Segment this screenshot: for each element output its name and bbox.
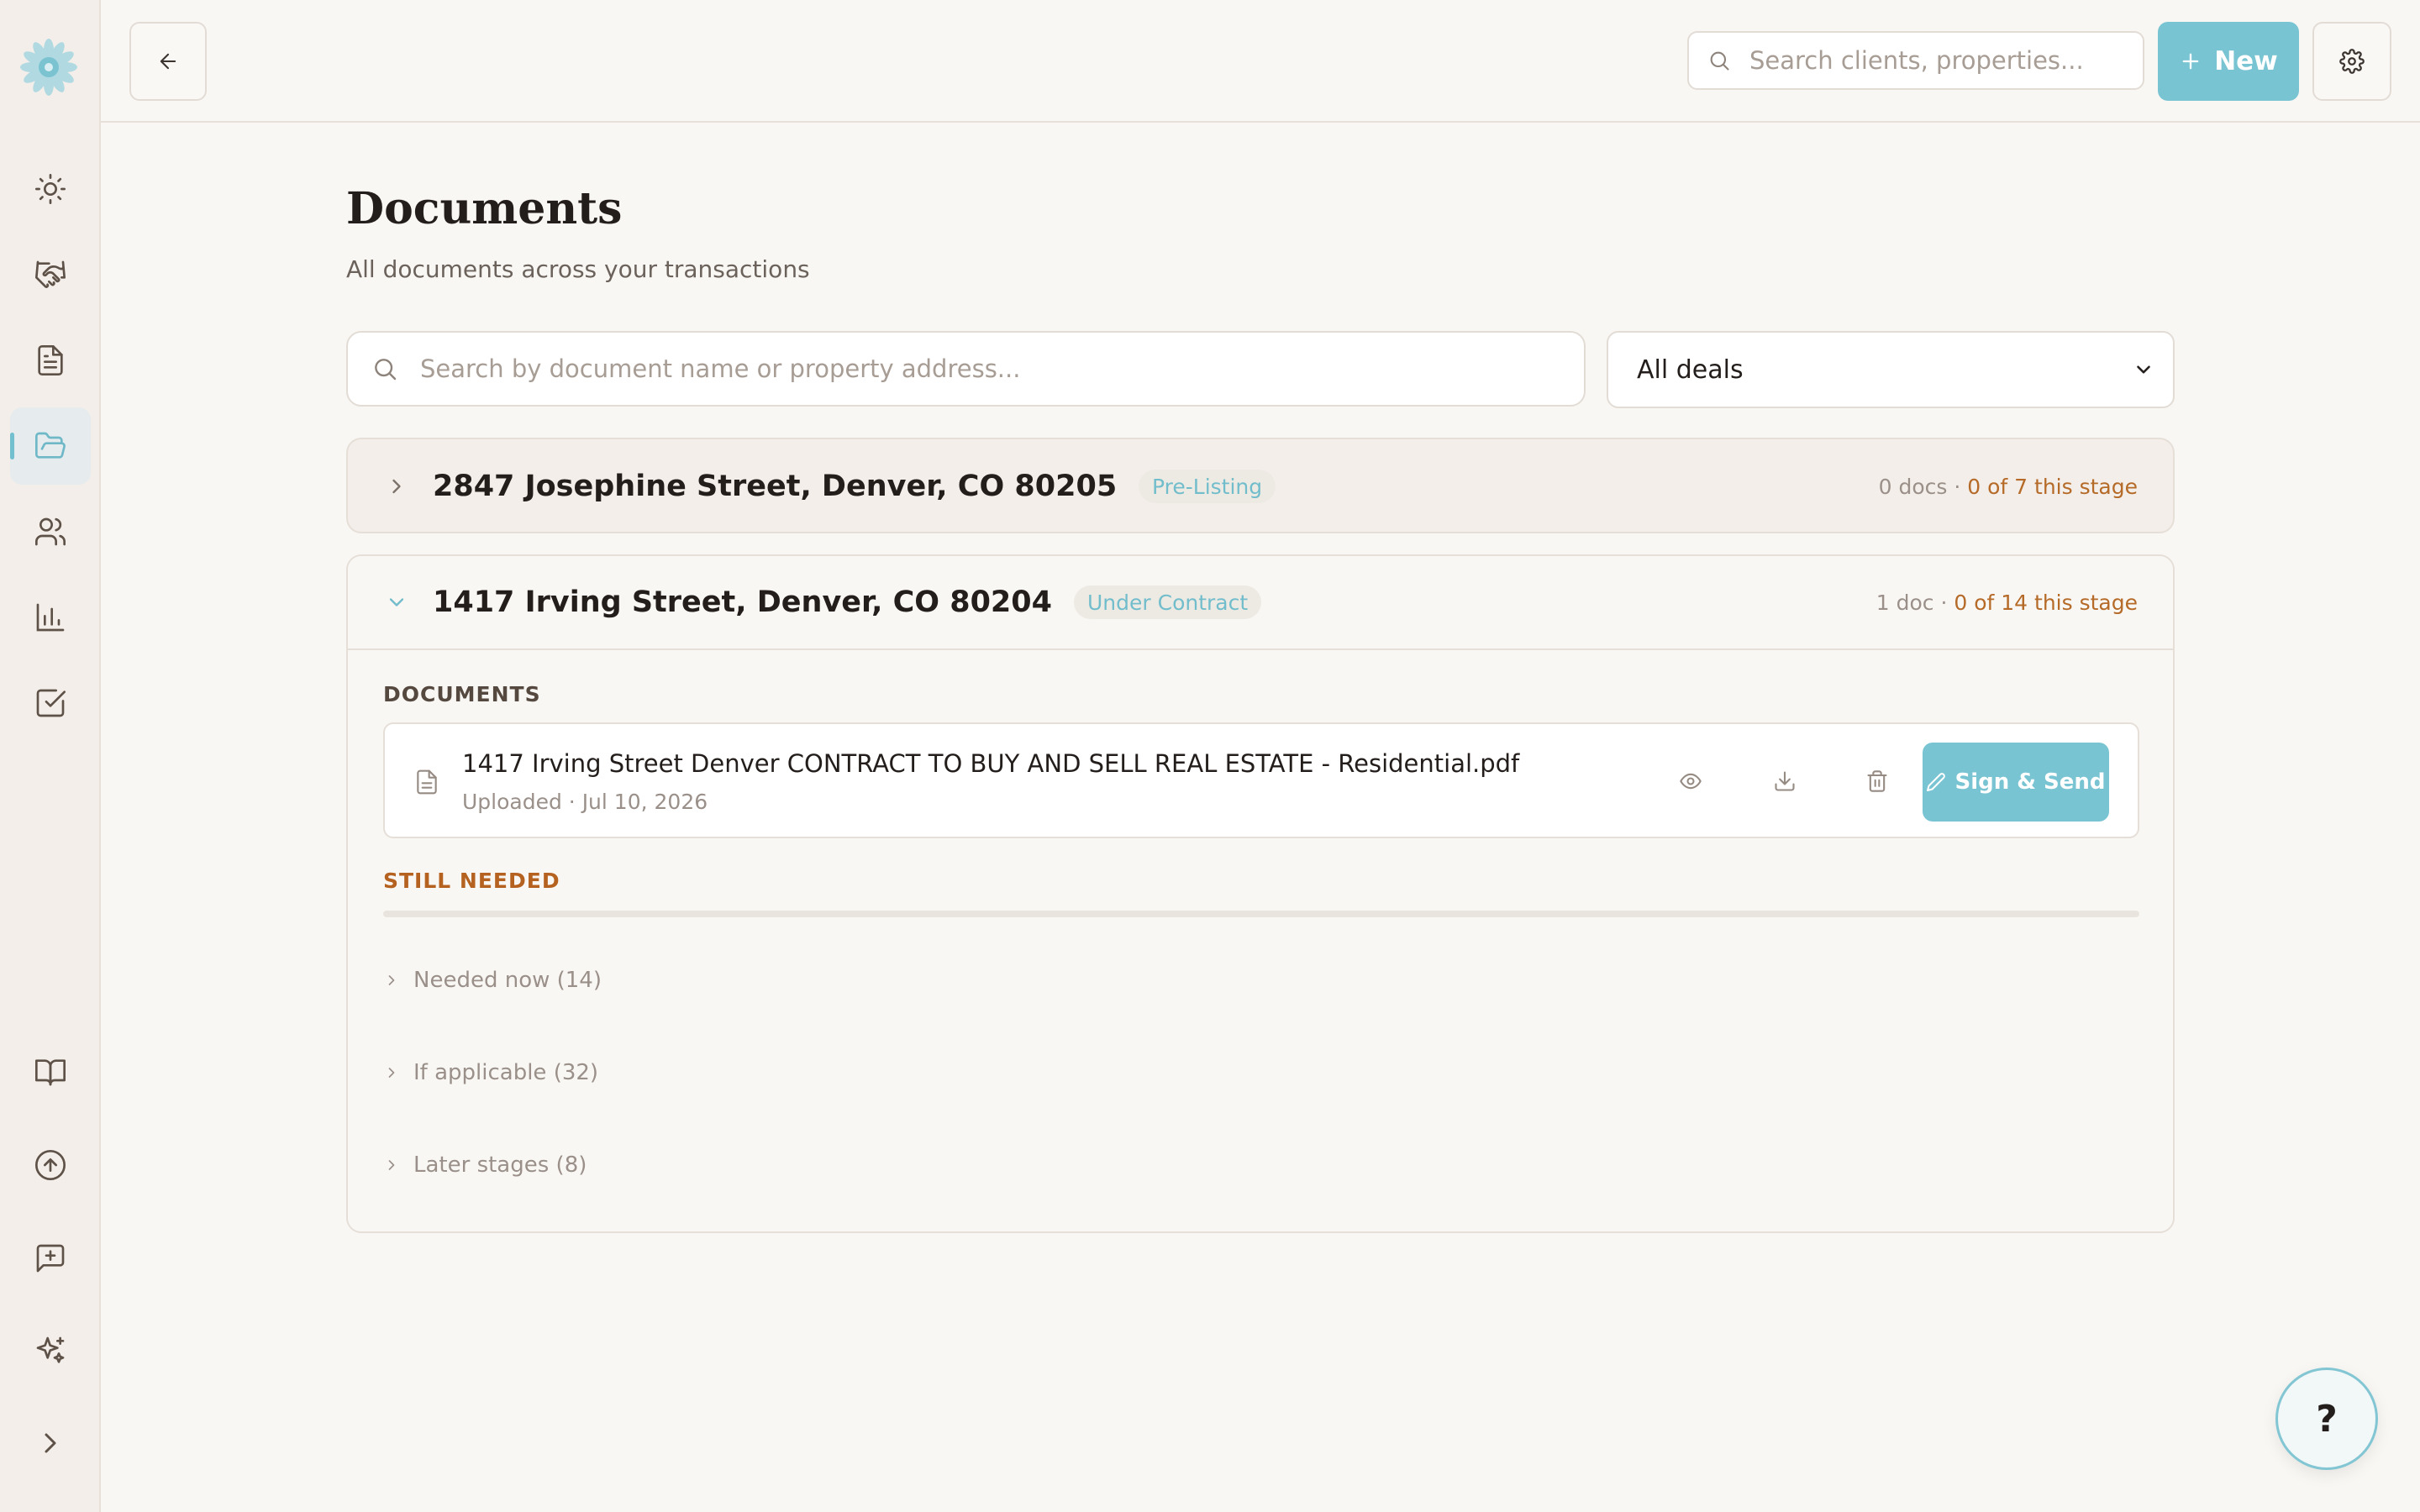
global-search[interactable] [1687,31,2144,90]
users-icon [35,517,66,546]
sparkles-icon [36,1336,65,1363]
plus-icon [2182,53,2199,70]
sidebar-item-upload[interactable] [10,1126,91,1204]
requirement-group-needed-now[interactable]: Needed now (14) [383,968,602,993]
sidebar-item-clients[interactable] [10,493,91,570]
sign-and-send-button[interactable]: Sign & Send [1923,743,2109,822]
eye-icon [1680,773,1702,790]
handshake-icon [35,260,66,288]
deal-card: 1417 Irving Street, Denver, CO 80204 Und… [346,554,2175,1233]
stage-progress: 0 of 14 this stage [1954,590,2138,615]
deal-filter-select[interactable]: All deals [1607,331,2175,408]
book-open-icon [35,1059,66,1086]
chevron-right-icon [45,1433,56,1453]
back-button[interactable] [129,22,207,101]
stage-progress: 0 of 7 this stage [1967,474,2138,499]
sidebar-item-forms[interactable] [10,322,91,399]
chevron-right-icon [388,1068,395,1078]
upload-circle-icon [35,1150,66,1180]
message-plus-icon [36,1244,65,1273]
sidebar-expand-button[interactable] [10,1404,91,1482]
requirement-group-label: Needed now (14) [413,968,602,993]
sidebar-item-today[interactable] [10,150,91,228]
gear-icon [2339,49,2365,74]
sidebar-item-deals[interactable] [10,236,91,313]
trash-icon [1867,770,1887,792]
delete-button[interactable] [1857,761,1897,801]
doc-count: 1 doc [1876,590,1934,615]
chevron-right-icon [388,1160,395,1170]
folder-open-icon [35,432,66,459]
download-icon [1775,771,1795,791]
sign-and-send-label: Sign & Send [1954,769,2106,795]
download-button[interactable] [1765,761,1805,801]
stage-badge: Under Contract [1074,585,1262,619]
still-needed-progress [383,911,2139,917]
deal-doc-summary: 0 docs · 0 of 7 this stage [1878,474,2138,499]
sidebar-item-feedback[interactable] [10,1220,91,1297]
sun-icon [35,174,66,205]
still-needed-label: STILL NEEDED [383,869,560,893]
page-title: Documents [346,183,623,234]
file-icon [417,769,437,795]
sidebar-item-tasks[interactable] [10,664,91,742]
requirement-group-label: Later stages (8) [413,1152,587,1178]
document-search[interactable] [346,331,1586,407]
settings-button[interactable] [2312,22,2391,101]
document-search-input[interactable] [420,354,1563,383]
doc-count: 0 docs [1878,474,1948,499]
deal-doc-summary: 1 doc · 0 of 14 this stage [1876,590,2138,615]
deal-filter-value: All deals [1637,354,1744,385]
document-icon [38,345,63,375]
sidebar-item-reports[interactable] [10,579,91,656]
new-button[interactable]: New [2158,22,2299,101]
help-button[interactable]: ? [2275,1368,2378,1470]
chevron-right-icon [388,975,395,985]
requirement-group-later-stages[interactable]: Later stages (8) [383,1152,587,1178]
deal-address: 1417 Irving Street, Denver, CO 80204 [433,585,1052,619]
global-search-input[interactable] [1749,46,2119,75]
deal-card: 2847 Josephine Street, Denver, CO 80205 … [346,438,2175,533]
requirement-group-label: If applicable (32) [413,1060,599,1085]
brand-logo[interactable] [18,37,79,97]
bar-chart-icon [36,603,65,632]
documents-section-label: DOCUMENTS [383,682,541,706]
chevron-right-icon [392,479,401,494]
stage-badge: Pre-Listing [1139,470,1276,503]
chevron-down-icon [2137,365,2150,374]
arrow-left-icon [160,53,176,70]
new-button-label: New [2214,46,2278,76]
document-upload-date: Uploaded · Jul 10, 2026 [462,790,708,814]
deal-address: 2847 Josephine Street, Denver, CO 80205 [433,470,1118,503]
document-name[interactable]: 1417 Irving Street Denver CONTRACT TO BU… [462,749,1519,778]
sidebar-item-documents[interactable] [10,407,91,485]
sidebar-item-ai[interactable] [10,1312,91,1389]
preview-button[interactable] [1670,761,1711,801]
deal-card-header[interactable]: 2847 Josephine Street, Denver, CO 80205 … [348,439,2173,533]
sidebar [0,0,101,1512]
pen-icon [1927,773,1946,791]
search-icon [1710,51,1729,71]
chevron-down-icon [389,598,404,606]
requirement-group-if-applicable[interactable]: If applicable (32) [383,1060,598,1085]
sidebar-item-guides[interactable] [10,1033,91,1110]
deal-card-header[interactable]: 1417 Irving Street, Denver, CO 80204 Und… [348,556,2173,650]
document-row[interactable]: 1417 Irving Street Denver CONTRACT TO BU… [383,722,2139,838]
page-subtitle: All documents across your transactions [346,255,810,283]
checkbox-icon [36,689,66,717]
search-icon [375,359,397,381]
